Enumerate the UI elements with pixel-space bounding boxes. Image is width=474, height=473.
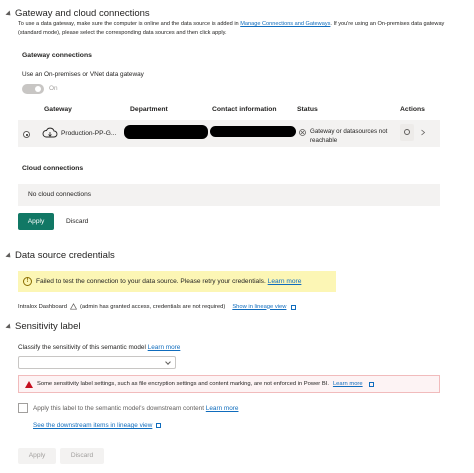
gateway-toggle[interactable] [22, 84, 44, 94]
no-cloud-connections: No cloud connections [18, 184, 440, 206]
toggle-state-label: On [49, 85, 58, 92]
discard-button[interactable]: Discard [66, 218, 88, 225]
cloud-gateway-icon [42, 127, 58, 138]
external-link-icon [156, 422, 162, 428]
chevron-right-icon[interactable] [420, 129, 426, 136]
cloud-connections-heading: Cloud connections [22, 165, 84, 172]
chevron-down-icon [165, 359, 171, 365]
gateway-section-title-text: Gateway and cloud connections [15, 8, 150, 19]
gateway-name: Production-PP-G... [61, 130, 117, 137]
use-gateway-label: Use an On-premises or VNet data gateway [22, 71, 144, 78]
sensitivity-label-dropdown[interactable] [18, 356, 176, 369]
credentials-learn-more-link[interactable]: Learn more [268, 278, 302, 285]
classify-learn-more-link[interactable]: Learn more [148, 344, 181, 351]
redacted-contact [210, 126, 296, 137]
dataset-name: Intralox Dashboard [18, 303, 67, 310]
gateway-section-title[interactable]: Gateway and cloud connections [5, 8, 150, 19]
show-lineage-link[interactable]: Show in lineage view [232, 304, 286, 310]
manage-connections-link[interactable]: Manage Connections and Gateways [240, 21, 330, 27]
sensitivity-section-title[interactable]: Sensitivity label [5, 321, 81, 332]
collapse-chevron-icon[interactable] [5, 9, 13, 18]
external-link-icon [368, 382, 374, 387]
dataset-credential-line: Intralox Dashboard (admin has granted ac… [18, 303, 297, 310]
column-header-status: Status [297, 106, 318, 113]
apply-button[interactable]: Apply [18, 213, 54, 230]
redacted-department [124, 125, 208, 139]
gateway-status: Gateway or datasources not reachable [310, 128, 388, 144]
downstream-items-line: See the downstream items in lineage view [33, 422, 162, 429]
sensitivity-apply-button[interactable]: Apply [18, 448, 56, 464]
collapse-chevron-icon[interactable] [5, 251, 13, 260]
column-header-actions: Actions [400, 106, 425, 113]
gateway-settings-button[interactable] [400, 124, 414, 141]
sensitivity-error-banner: Some sensitivity label settings, such as… [18, 375, 440, 393]
downstream-learn-more-link[interactable]: Learn more [206, 405, 239, 412]
warning-triangle-icon [69, 303, 77, 310]
column-header-contact: Contact information [212, 106, 277, 113]
downstream-checkbox[interactable] [18, 403, 28, 413]
gateway-radio[interactable] [23, 131, 30, 138]
gateway-connections-heading: Gateway connections [22, 52, 92, 59]
gear-icon [404, 129, 410, 135]
downstream-line: Apply this label to the semantic model's… [33, 405, 239, 412]
credentials-section-title-text: Data source credentials [15, 250, 115, 261]
downstream-items-link[interactable]: See the downstream items in lineage view [33, 422, 152, 429]
external-link-icon [291, 304, 297, 310]
collapse-chevron-icon[interactable] [5, 322, 13, 331]
column-header-gateway: Gateway [44, 106, 72, 113]
dataset-note: (admin has granted access, credentials a… [79, 303, 226, 310]
gateway-description: To use a data gateway, make sure the com… [18, 21, 445, 36]
sensitivity-discard-button[interactable]: Discard [60, 448, 104, 464]
status-error-icon [299, 129, 306, 136]
sensitivity-learn-more-link[interactable]: Learn more [333, 381, 363, 387]
credentials-section-title[interactable]: Data source credentials [5, 250, 115, 261]
credentials-warning: ! Failed to test the connection to your … [18, 271, 336, 292]
column-header-department: Department [130, 106, 168, 113]
warning-icon: ! [23, 277, 32, 286]
error-triangle-icon [25, 380, 33, 388]
classify-line: Classify the sensitivity of this semanti… [18, 344, 181, 351]
sensitivity-section-title-text: Sensitivity label [15, 321, 81, 332]
